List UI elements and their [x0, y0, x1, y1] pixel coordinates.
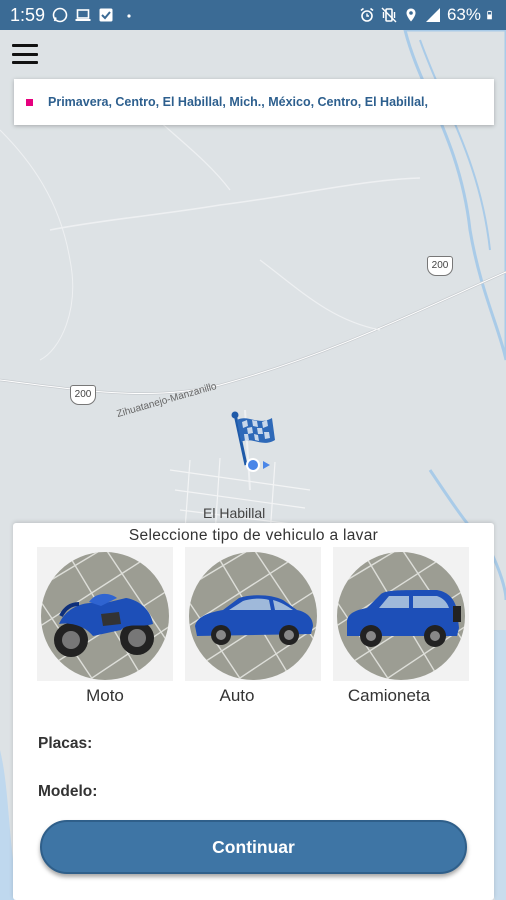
- battery-level: 63%: [446, 5, 481, 24]
- plates-input[interactable]: [133, 733, 473, 757]
- map-town-label: El Habillal: [203, 505, 266, 521]
- hamburger-menu-icon[interactable]: [12, 44, 38, 64]
- motorcycle-icon: [41, 552, 169, 680]
- address-bar[interactable]: Primavera, Centro, El Habillal, Mich., M…: [14, 79, 494, 125]
- status-time: 1:59: [10, 4, 46, 25]
- battery-icon: [487, 10, 492, 20]
- laptop-icon: [75, 9, 91, 21]
- vehicle-selection-panel: Seleccione tipo de vehiculo a lavar Moto: [13, 523, 494, 900]
- model-input[interactable]: [133, 781, 473, 805]
- checkbox-icon: [99, 8, 113, 22]
- alarm-icon: [360, 7, 374, 22]
- dot-icon: [127, 14, 131, 18]
- vehicle-option-moto[interactable]: [37, 547, 173, 681]
- location-marker-icon: [26, 98, 33, 106]
- address-text: Primavera, Centro, El Habillal, Mich., M…: [48, 95, 428, 109]
- highway-shield: 200: [70, 385, 96, 405]
- plates-label: Placas:: [38, 735, 93, 752]
- vehicle-option-camioneta[interactable]: [333, 547, 469, 681]
- car-icon: [189, 552, 317, 680]
- vehicle-label-auto: Auto: [219, 686, 255, 705]
- suv-icon: [337, 552, 465, 680]
- vehicle-circle: [41, 552, 169, 680]
- vehicle-circle: [337, 552, 465, 680]
- signal-icon: [425, 8, 440, 22]
- vehicle-circle: [189, 552, 317, 680]
- direction-arrow-icon: [263, 461, 270, 469]
- current-location-dot: [246, 458, 260, 472]
- vehicle-label-moto: Moto: [86, 686, 124, 705]
- whatsapp-icon: [52, 7, 68, 23]
- panel-title: Seleccione tipo de vehiculo a lavar: [128, 527, 379, 544]
- status-bar: 1:59 63%: [0, 0, 506, 30]
- location-icon: [406, 8, 416, 22]
- continue-button[interactable]: Continuar: [40, 820, 467, 874]
- model-label: Modelo:: [38, 783, 98, 800]
- vehicle-option-auto[interactable]: [185, 547, 321, 681]
- vehicle-label-camioneta: Camioneta: [347, 686, 431, 705]
- highway-shield: 200: [427, 256, 453, 276]
- vibrate-icon: [381, 7, 397, 23]
